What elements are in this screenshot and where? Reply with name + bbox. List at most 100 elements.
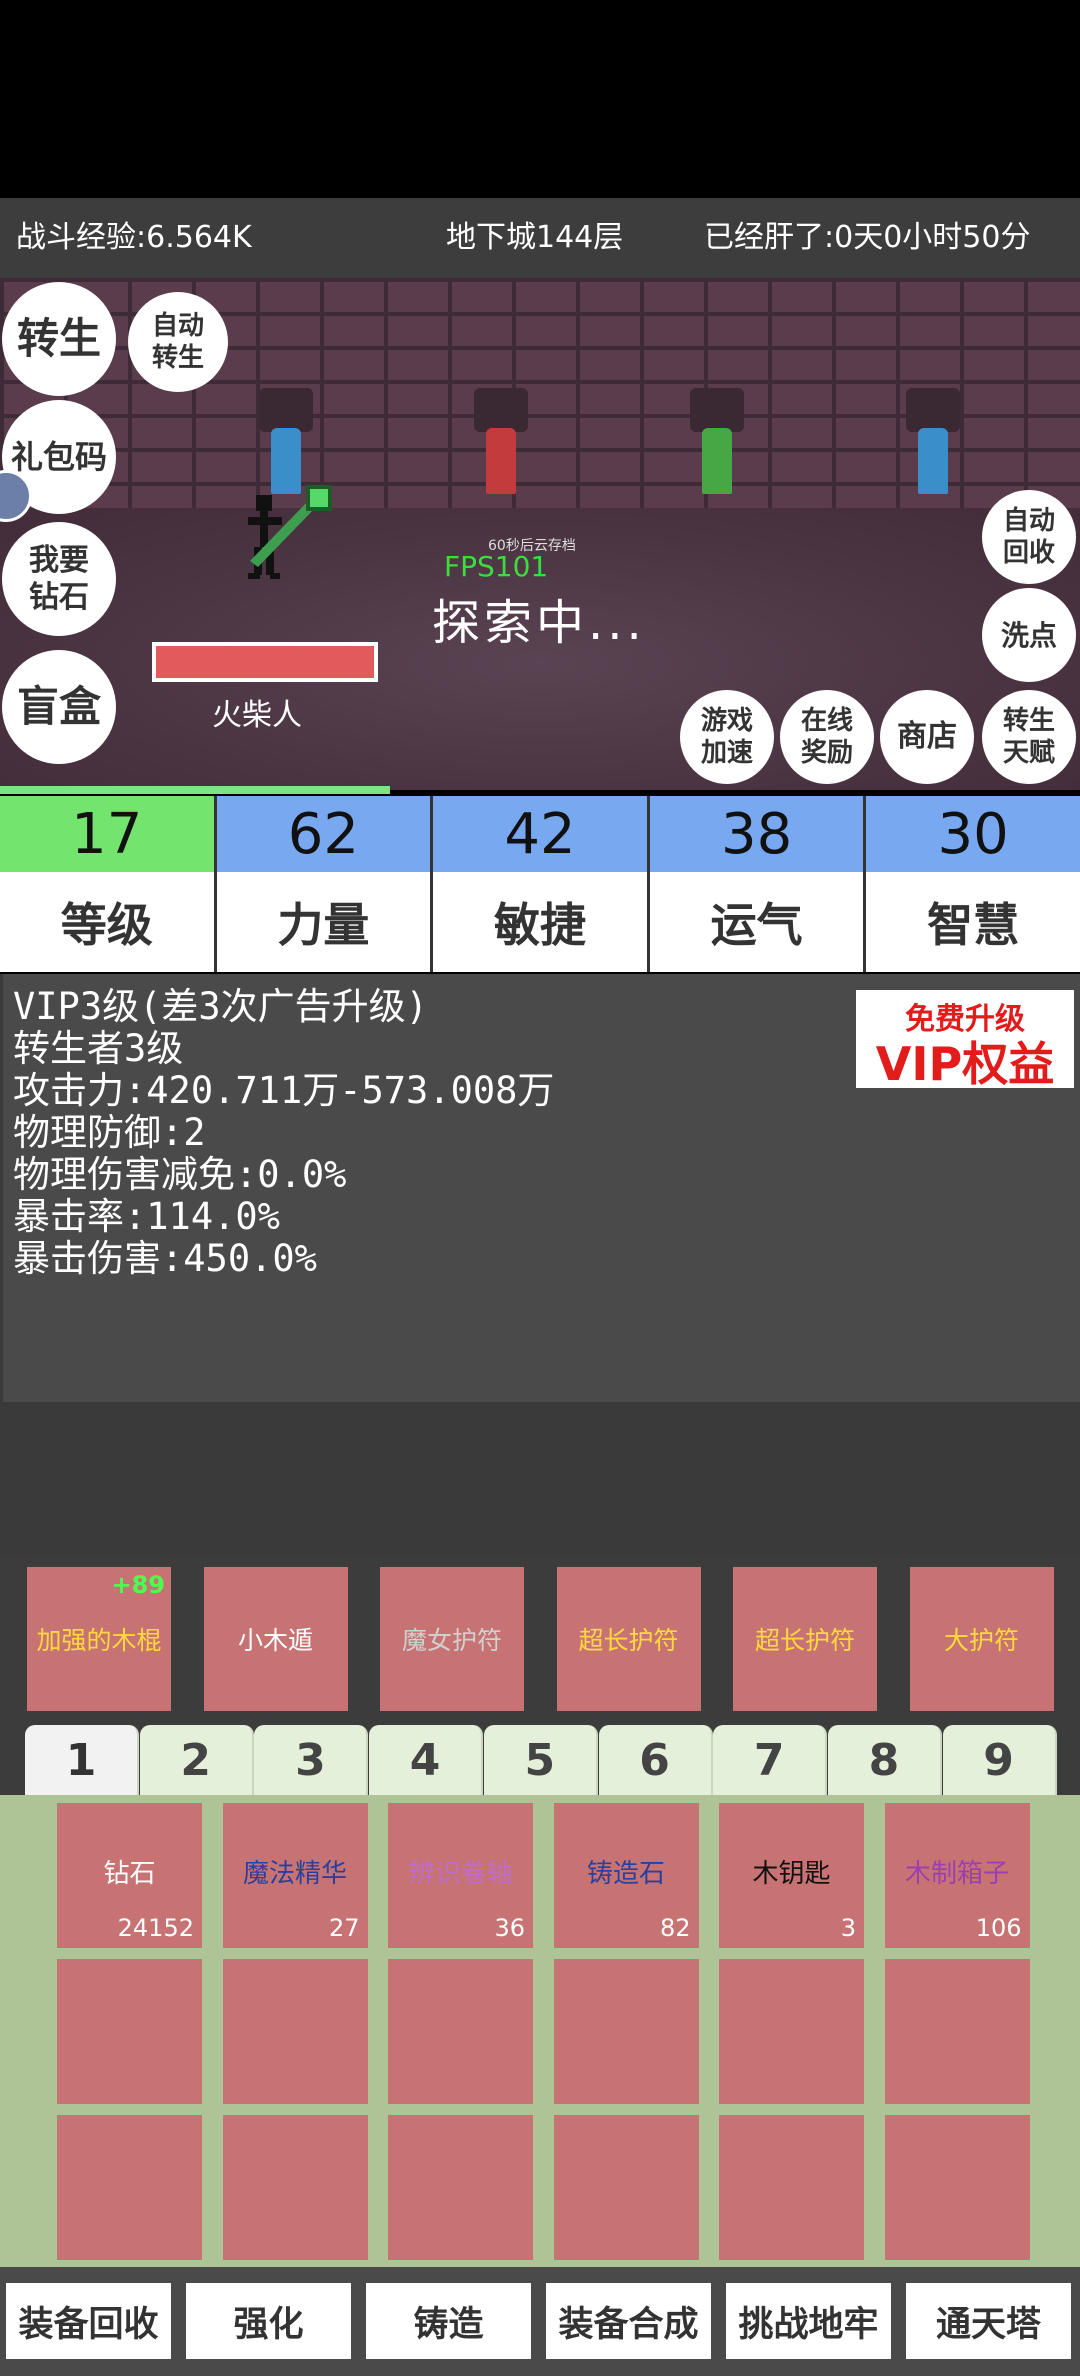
- tab-5[interactable]: 5: [483, 1725, 598, 1795]
- action-button[interactable]: 通天塔: [906, 2283, 1071, 2359]
- vip-upgrade-button[interactable]: 免费升级 VIP权益: [856, 990, 1074, 1090]
- online-reward-label: 奖励: [800, 738, 853, 768]
- inventory-slot[interactable]: [884, 1959, 1030, 2104]
- torch-blue: [918, 428, 948, 494]
- action-button[interactable]: 装备合成: [546, 2283, 711, 2359]
- spacer: [0, 1402, 1080, 1557]
- get-diamond-label: 我要: [29, 542, 89, 578]
- inventory-slot[interactable]: 铸造石 82: [553, 1803, 699, 1948]
- inventory-slot[interactable]: [222, 1959, 368, 2104]
- stat-value: 42: [433, 796, 647, 872]
- tab-3[interactable]: 3: [254, 1725, 369, 1795]
- inventory-slot[interactable]: [388, 2115, 533, 2260]
- item-count: 36: [494, 1914, 525, 1942]
- tab-6[interactable]: 6: [598, 1725, 713, 1795]
- equipment-slot[interactable]: 大护符: [909, 1567, 1054, 1711]
- rebirth-talent-label: 天赋: [1002, 738, 1055, 768]
- blind-box-label: 盲盒: [16, 681, 101, 731]
- dungeon-floor: 地下城144层: [446, 220, 624, 255]
- stat-label: 等级: [0, 872, 214, 972]
- inventory-slot[interactable]: [222, 2115, 368, 2260]
- equipment-slot[interactable]: 超长护符: [733, 1567, 877, 1711]
- equipment-slot[interactable]: 加强的木棍 +89: [27, 1567, 171, 1711]
- equipment-name: 魔女护符: [401, 1626, 502, 1655]
- torch-green: [702, 428, 732, 494]
- tab-9[interactable]: 9: [942, 1725, 1057, 1795]
- inventory-slot[interactable]: 魔法精华 27: [222, 1803, 368, 1948]
- inventory-slot[interactable]: 辨识卷轴 36: [388, 1803, 533, 1948]
- inventory-slot[interactable]: [57, 2115, 202, 2260]
- item-count: 106: [975, 1914, 1022, 1942]
- character-name: 火柴人: [212, 698, 302, 733]
- inventory-slot[interactable]: [388, 1959, 533, 2104]
- stat-box: 42 敏捷: [433, 796, 647, 972]
- item-count: 82: [659, 1914, 691, 1942]
- inventory-slot[interactable]: [553, 2115, 699, 2260]
- tab-1[interactable]: 1: [25, 1725, 139, 1795]
- rebirth-talent-button[interactable]: 转生 天赋: [982, 690, 1076, 784]
- top-info-bar: 战斗经验:6.564K 地下城144层 已经肝了:0天0小时50分: [0, 198, 1080, 278]
- stat-label: 力量: [216, 872, 431, 972]
- equipment-name: 超长护符: [754, 1626, 855, 1655]
- stat-value: 62: [216, 796, 431, 872]
- inventory-slot[interactable]: 木钥匙 3: [719, 1803, 864, 1948]
- auto-rebirth-button[interactable]: 自动 转生: [128, 292, 228, 392]
- equipment-name: 大护符: [943, 1626, 1019, 1655]
- get-diamond-button[interactable]: 我要 钻石: [2, 522, 116, 636]
- tab-7[interactable]: 7: [713, 1725, 828, 1795]
- torch-holder: [259, 388, 313, 432]
- inventory-slot[interactable]: [553, 1959, 699, 2104]
- stat-box: 38 运气: [649, 796, 864, 972]
- action-button[interactable]: 铸造: [366, 2283, 531, 2359]
- equipment-slot[interactable]: 小木遁: [203, 1567, 348, 1711]
- item-name: 魔法精华: [242, 1859, 347, 1889]
- online-reward-button[interactable]: 在线 奖励: [780, 690, 874, 784]
- tab-2[interactable]: 2: [139, 1725, 254, 1795]
- action-button[interactable]: 强化: [186, 2283, 351, 2359]
- action-button[interactable]: 装备回收: [6, 2283, 171, 2359]
- stat-value: 30: [866, 796, 1080, 872]
- get-diamond-label: 钻石: [29, 580, 89, 615]
- gift-code-label: 礼包码: [10, 438, 107, 476]
- inventory-slot[interactable]: [57, 1959, 202, 2104]
- inventory-slot[interactable]: [884, 2115, 1030, 2260]
- blind-box-button[interactable]: 盲盒: [2, 650, 116, 764]
- fps-counter: FPS101: [444, 550, 549, 583]
- equipment-bonus: +89: [111, 1571, 165, 1599]
- auto-rebirth-label: 转生: [151, 343, 204, 373]
- item-count: 24152: [117, 1914, 194, 1942]
- playtime: 已经肝了:0天0小时50分: [704, 220, 1031, 255]
- inventory-slot[interactable]: [719, 2115, 864, 2260]
- rebirth-label: 转生: [16, 313, 101, 363]
- rebirth-button[interactable]: 转生: [2, 282, 116, 396]
- inventory-tabs: 123456789: [0, 1725, 1080, 1795]
- tab-4[interactable]: 4: [369, 1725, 484, 1795]
- stats-panel: 17 等级 62 力量 42 敏捷 38 运气 30 智慧: [0, 796, 1080, 972]
- wash-points-button[interactable]: 洗点: [982, 588, 1076, 682]
- stat-label: 敏捷: [433, 872, 647, 972]
- stickman-character: [248, 485, 332, 579]
- game-speed-button[interactable]: 游戏 加速: [680, 690, 774, 784]
- game-speed-label: 游戏: [700, 705, 753, 736]
- shop-button[interactable]: 商店: [880, 690, 974, 784]
- equipment-slot[interactable]: 魔女护符: [380, 1567, 524, 1711]
- tab-8[interactable]: 8: [827, 1725, 942, 1795]
- battle-scene: 60秒后云存档 FPS101 探索中... 转生 自动 转生 礼包码 我要 钻石…: [0, 278, 1080, 790]
- inventory-slot[interactable]: 木制箱子 106: [884, 1803, 1030, 1948]
- character-hp-bar: [152, 642, 378, 682]
- inventory-slot[interactable]: [719, 1959, 864, 2104]
- vip-title: 免费升级: [905, 1002, 1025, 1037]
- stat-box: 30 智慧: [866, 796, 1080, 972]
- item-name: 钻石: [103, 1859, 156, 1889]
- item-count: 3: [840, 1914, 856, 1942]
- action-button[interactable]: 挑战地牢: [726, 2283, 891, 2359]
- inventory-slot[interactable]: 钻石 24152: [57, 1803, 202, 1948]
- combat-exp: 战斗经验:6.564K: [16, 220, 252, 255]
- torch-holder: [690, 388, 744, 432]
- equipment-slot[interactable]: 超长护符: [556, 1567, 701, 1711]
- auto-rebirth-label: 自动: [151, 310, 204, 341]
- auto-recycle-button[interactable]: 自动 回收: [982, 490, 1076, 584]
- inventory-grid: 钻石 24152 魔法精华 27 辨识卷轴 36 铸造石 82 木钥匙 3 木制箱子 106: [0, 1795, 1080, 2267]
- equipment-name: 加强的木棍: [36, 1626, 162, 1655]
- info-line: 暴击伤害:450.0%: [13, 1237, 317, 1280]
